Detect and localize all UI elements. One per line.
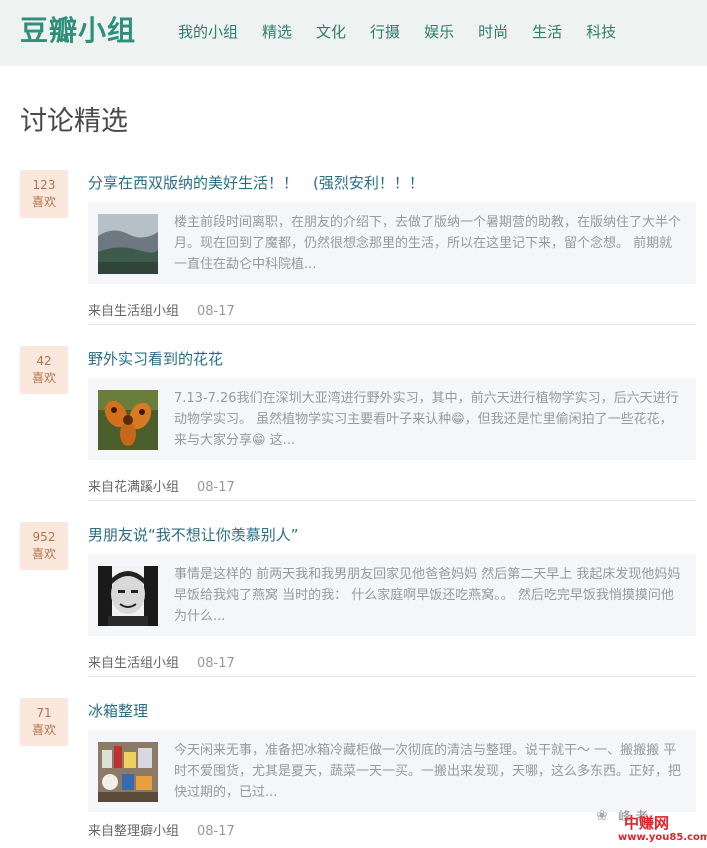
watermark: ❀ 峰 老 中赚网 www.you85.com	[592, 804, 707, 844]
post-source-group-link[interactable]: 来自花满蹊小组	[88, 480, 179, 495]
post-summary[interactable]: 事情是这样的 前两天我和我男朋友回家见他爸爸妈妈 然后第二天早上 我起床发现他妈…	[88, 554, 696, 636]
douban-group-logo[interactable]: 豆瓣小组	[20, 12, 136, 50]
likes-badge: 952 喜欢	[20, 522, 68, 570]
post-divider	[88, 500, 696, 501]
post-item: 952 喜欢 男朋友说“我不想让你羡慕别人” 事情是这样的 前两天我和我男朋友回…	[20, 522, 696, 684]
post-title-link[interactable]: 野外实习看到的花花	[88, 348, 223, 370]
post-thumbnail-landscape[interactable]	[98, 214, 158, 274]
post-summary-text: 事情是这样的 前两天我和我男朋友回家见他爸爸妈妈 然后第二天早上 我起床发现他妈…	[174, 567, 681, 624]
nav-item-featured[interactable]: 精选	[262, 20, 292, 44]
nav-item-tech[interactable]: 科技	[586, 20, 616, 44]
nav-item-life[interactable]: 生活	[532, 20, 562, 44]
page-title: 讨论精选	[20, 106, 128, 137]
nav-item-fashion[interactable]: 时尚	[478, 20, 508, 44]
post-divider	[88, 324, 696, 325]
post-title-link[interactable]: 冰箱整理	[88, 700, 148, 722]
post-thumbnail-flower[interactable]	[98, 390, 158, 450]
post-date: 08-17	[197, 656, 235, 671]
likes-count: 71	[36, 706, 52, 720]
post-source-group-link[interactable]: 来自整理癖小组	[88, 824, 179, 839]
likes-count: 952	[32, 530, 56, 544]
likes-badge: 123 喜欢	[20, 170, 68, 218]
post-item: 42 喜欢 野外实习看到的花花 7.13-7.26我们在深圳大亚湾进行野外实习，…	[20, 346, 696, 508]
likes-label: 喜欢	[31, 723, 56, 737]
nav-item-culture[interactable]: 文化	[316, 20, 346, 44]
nav-item-travel[interactable]: 行摄	[370, 20, 400, 44]
post-meta: 来自生活组小组 08-17	[88, 302, 235, 322]
wechat-icon: ❀	[596, 808, 608, 824]
post-summary[interactable]: 今天闲来无事，准备把冰箱冷藏柜做一次彻底的清洁与整理。说干就干～ 一、搬搬搬 平…	[88, 730, 696, 812]
post-thumbnail-fridge-items[interactable]	[98, 742, 158, 802]
main-nav: 我的小组 精选 文化 行摄 娱乐 时尚 生活 科技	[178, 20, 640, 44]
post-source-group-link[interactable]: 来自生活组小组	[88, 304, 179, 319]
post-summary-text: 7.13-7.26我们在深圳大亚湾进行野外实习，其中，前六天进行植物学实习，后六…	[174, 391, 679, 448]
likes-label: 喜欢	[31, 547, 56, 561]
post-title-link[interactable]: 分享在西双版纳的美好生活！！ (强烈安利！！！	[88, 172, 424, 194]
post-meta: 来自生活组小组 08-17	[88, 654, 235, 674]
likes-badge: 71 喜欢	[20, 698, 68, 746]
post-summary-text: 今天闲来无事，准备把冰箱冷藏柜做一次彻底的清洁与整理。说干就干～ 一、搬搬搬 平…	[174, 743, 682, 800]
post-source-group-link[interactable]: 来自生活组小组	[88, 656, 179, 671]
post-title-link[interactable]: 男朋友说“我不想让你羡慕别人”	[88, 524, 299, 546]
likes-badge: 42 喜欢	[20, 346, 68, 394]
likes-label: 喜欢	[31, 195, 56, 209]
post-summary-text: 楼主前段时间离职，在朋友的介绍下，去做了版纳一个暑期营的助教，在版纳住了大半个月…	[174, 215, 682, 272]
nav-item-my-groups[interactable]: 我的小组	[178, 20, 238, 44]
likes-count: 123	[32, 178, 56, 192]
likes-label: 喜欢	[31, 371, 56, 385]
post-date: 08-17	[197, 480, 235, 495]
post-date: 08-17	[197, 304, 235, 319]
post-item: 123 喜欢 分享在西双版纳的美好生活！！ (强烈安利！！！ 楼主前段时间离职，…	[20, 170, 696, 332]
post-date: 08-17	[197, 824, 235, 839]
watermark-url: www.you85.com	[618, 832, 707, 843]
nav-item-entertainment[interactable]: 娱乐	[424, 20, 454, 44]
post-divider	[88, 676, 696, 677]
post-thumbnail-meme-face[interactable]	[98, 566, 158, 626]
top-header: 豆瓣小组 我的小组 精选 文化 行摄 娱乐 时尚 生活 科技	[0, 0, 707, 66]
post-meta: 来自整理癖小组 08-17	[88, 822, 235, 842]
post-meta: 来自花满蹊小组 08-17	[88, 478, 235, 498]
post-summary[interactable]: 7.13-7.26我们在深圳大亚湾进行野外实习，其中，前六天进行植物学实习，后六…	[88, 378, 696, 460]
post-summary[interactable]: 楼主前段时间离职，在朋友的介绍下，去做了版纳一个暑期营的助教，在版纳住了大半个月…	[88, 202, 696, 284]
likes-count: 42	[36, 354, 52, 368]
watermark-logo: 中赚网	[624, 814, 670, 832]
